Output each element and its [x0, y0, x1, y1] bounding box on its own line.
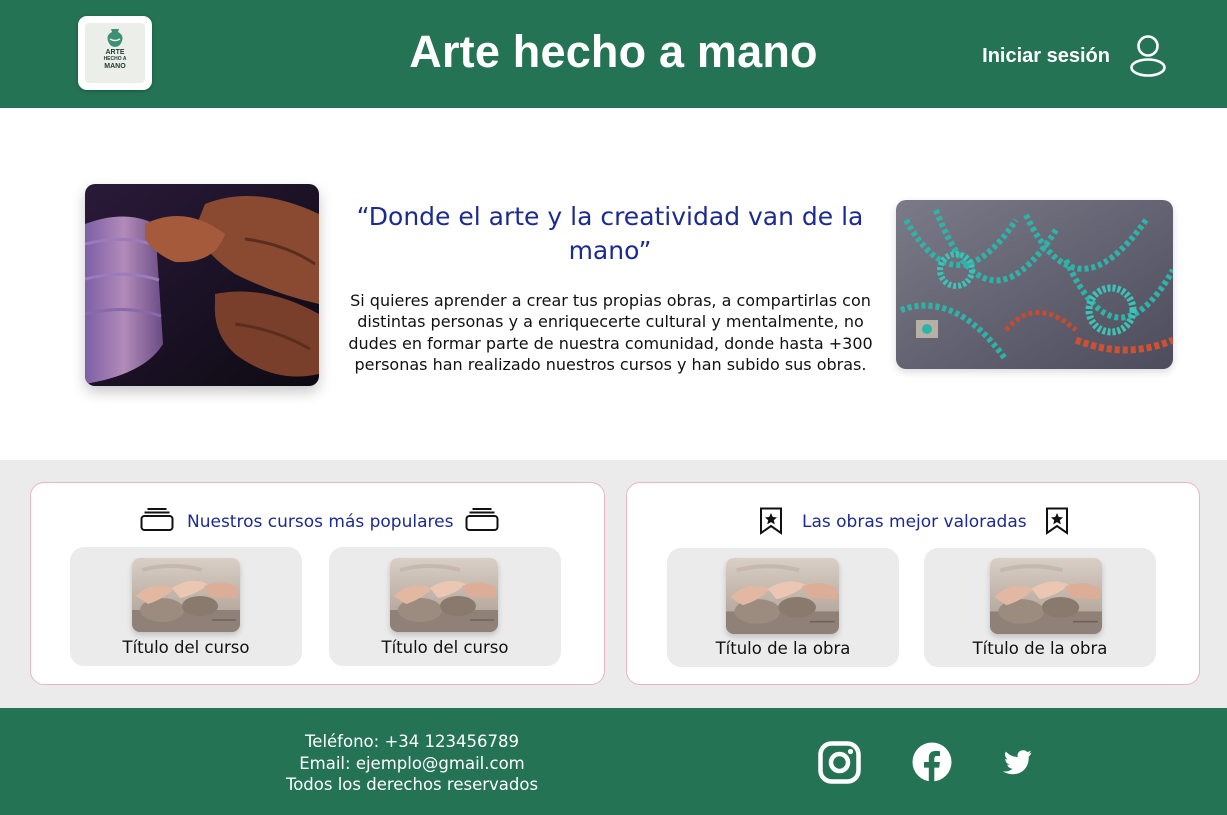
- course-title: Título del curso: [381, 638, 509, 657]
- vase-icon: [107, 29, 123, 47]
- popular-courses-title: Nuestros cursos más populares: [187, 512, 454, 532]
- work-title: Título de la obra: [715, 639, 851, 658]
- site-footer: Teléfono: +34 123456789 Email: ejemplo@g…: [0, 708, 1227, 815]
- course-card[interactable]: Título del curso: [70, 547, 302, 666]
- course-title: Título del curso: [122, 638, 250, 657]
- jewelry-image: [896, 200, 1173, 369]
- contact-info: Teléfono: +34 123456789 Email: ejemplo@g…: [262, 731, 562, 796]
- top-works-title: Las obras mejor valoradas: [802, 512, 1027, 532]
- hero-description: Si quieres aprender a crear tus propias …: [348, 291, 873, 374]
- work-title: Título de la obra: [972, 639, 1108, 658]
- work-thumbnail: [726, 558, 839, 634]
- pottery-photo: [85, 184, 319, 386]
- popular-courses-panel: Nuestros cursos más populares Título del…: [30, 482, 605, 685]
- instagram-icon[interactable]: [818, 741, 861, 784]
- site-title: Arte hecho a mano: [409, 26, 818, 77]
- jewelry-photo: [896, 200, 1173, 369]
- logo-text-line2: HECHO A: [103, 56, 127, 62]
- work-card[interactable]: Título de la obra: [667, 548, 899, 667]
- facebook-icon[interactable]: [912, 742, 952, 782]
- site-logo[interactable]: ARTE HECHO A MANO: [78, 16, 152, 90]
- phone-text: Teléfono: +34 123456789: [305, 732, 519, 751]
- stack-icon: [140, 508, 174, 531]
- top-works-header: Las obras mejor valoradas: [627, 507, 1199, 537]
- course-thumbnail: [132, 558, 240, 632]
- login-link[interactable]: Iniciar sesión: [940, 41, 1110, 71]
- site-header: ARTE HECHO A MANO Arte hecho a mano Inic…: [0, 0, 1227, 108]
- stack-icon: [465, 508, 499, 531]
- work-thumbnail: [990, 558, 1102, 634]
- logo-text-line1: ARTE: [105, 49, 125, 56]
- email-text: Email: ejemplo@gmail.com: [299, 753, 525, 773]
- logo-text-line3: MANO: [104, 63, 126, 70]
- work-card[interactable]: Título de la obra: [924, 548, 1156, 667]
- logo-badge: ARTE HECHO A MANO: [85, 23, 145, 83]
- hero-quote: “Donde el arte y la creatividad van de l…: [356, 202, 864, 265]
- user-icon[interactable]: [1128, 34, 1168, 78]
- course-card[interactable]: Título del curso: [329, 547, 561, 666]
- bookmark-star-icon: [760, 507, 782, 535]
- pottery-image: [85, 184, 319, 386]
- popular-courses-header: Nuestros cursos más populares: [31, 507, 604, 537]
- course-thumbnail: [390, 558, 498, 632]
- rights-text: Todos los derechos reservados: [285, 775, 539, 794]
- bookmark-star-icon: [1046, 507, 1068, 535]
- top-works-panel: Las obras mejor valoradas Título de la o…: [626, 482, 1200, 685]
- twitter-icon[interactable]: [996, 746, 1034, 778]
